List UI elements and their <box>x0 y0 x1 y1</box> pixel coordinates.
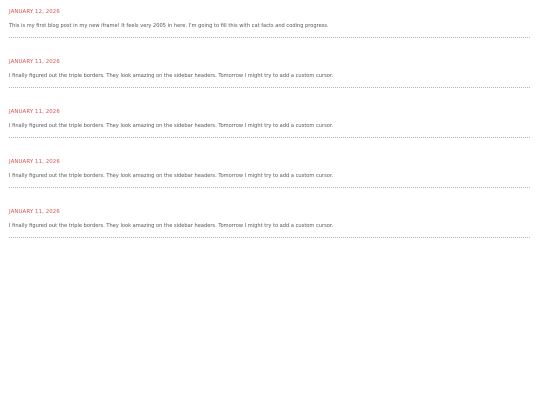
post-divider <box>9 137 530 138</box>
post-divider <box>9 237 530 238</box>
post-body: I finally figured out the triple borders… <box>9 223 334 229</box>
post-divider <box>9 187 530 188</box>
blog-post: JANUARY 11, 2026 I finally figured out t… <box>9 50 530 100</box>
post-date: JANUARY 12, 2026 <box>9 9 60 15</box>
blog-post-list: JANUARY 12, 2026 This is my first blog p… <box>9 0 530 250</box>
post-date: JANUARY 11, 2026 <box>9 159 60 165</box>
blog-post: JANUARY 11, 2026 I finally figured out t… <box>9 200 530 250</box>
post-date: JANUARY 11, 2026 <box>9 209 60 215</box>
post-divider <box>9 87 530 88</box>
post-body: This is my first blog post in my new ifr… <box>9 23 329 29</box>
post-date: JANUARY 11, 2026 <box>9 109 60 115</box>
post-body: I finally figured out the triple borders… <box>9 173 334 179</box>
blog-post: JANUARY 11, 2026 I finally figured out t… <box>9 100 530 150</box>
post-date: JANUARY 11, 2026 <box>9 59 60 65</box>
post-divider <box>9 37 530 38</box>
post-body: I finally figured out the triple borders… <box>9 73 334 79</box>
blog-post: JANUARY 12, 2026 This is my first blog p… <box>9 0 530 50</box>
blog-post: JANUARY 11, 2026 I finally figured out t… <box>9 150 530 200</box>
post-body: I finally figured out the triple borders… <box>9 123 334 129</box>
